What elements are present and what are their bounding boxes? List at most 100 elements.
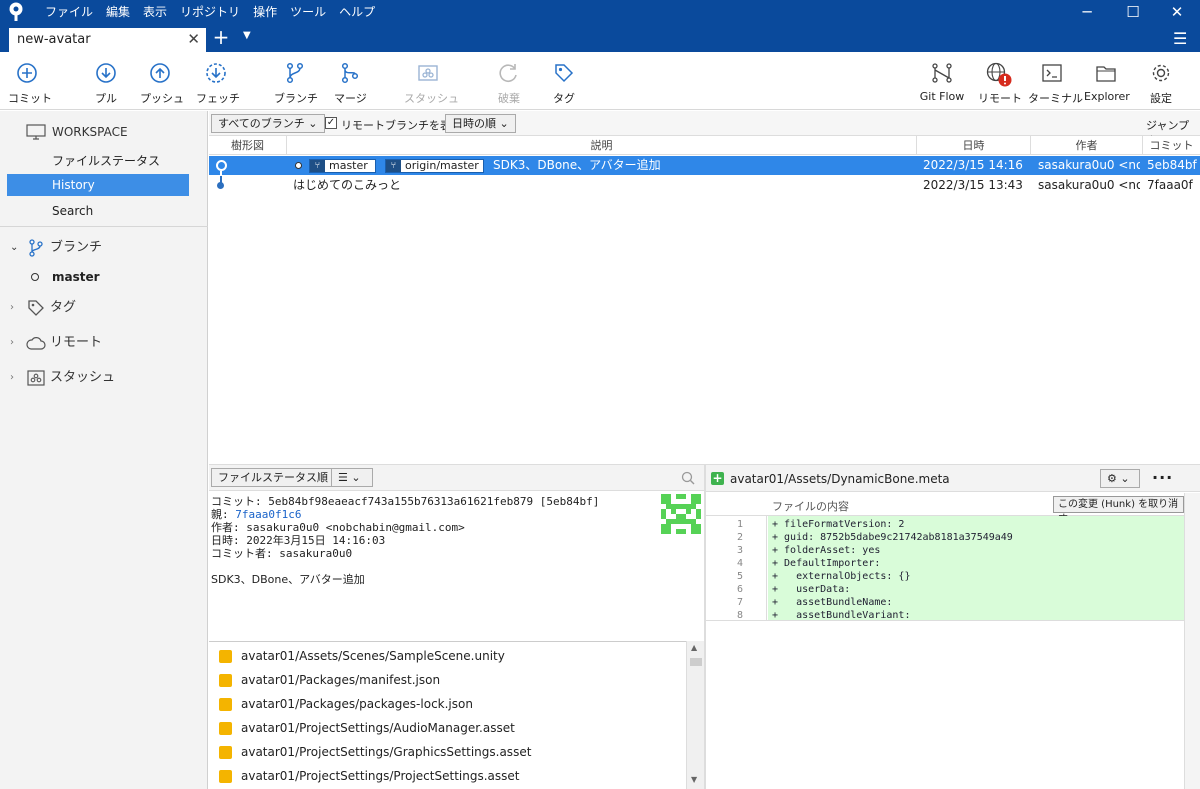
column-author[interactable]: 作者 xyxy=(1031,136,1143,155)
sidebar-item-search[interactable]: Search xyxy=(0,200,208,222)
sidebar-item-file-status[interactable]: ファイルステータス xyxy=(0,150,208,172)
file-list-scrollbar[interactable]: ▲ ▼ xyxy=(686,641,705,789)
add-tab-icon[interactable]: + xyxy=(211,26,231,50)
column-description[interactable]: 説明 xyxy=(287,136,917,155)
pull-button[interactable]: プル xyxy=(88,62,124,106)
column-commit[interactable]: コミット xyxy=(1143,136,1200,155)
branch-name: master xyxy=(52,270,100,284)
changed-file-list: avatar01/Assets/Scenes/SampleScene.unity… xyxy=(209,641,705,789)
sort-order-dropdown[interactable]: 日時の順 ⌄ xyxy=(445,114,516,133)
tab-dropdown-icon[interactable]: ▼ xyxy=(243,30,251,41)
push-button[interactable]: プッシュ xyxy=(140,62,184,106)
stash-button[interactable]: スタッシュ xyxy=(404,62,459,106)
diff-line: + folderAsset: yes xyxy=(772,545,881,556)
file-path: avatar01/ProjectSettings/ProjectSettings… xyxy=(241,769,520,783)
sidebar-section-remotes[interactable]: › リモート xyxy=(0,331,208,355)
list-item[interactable]: avatar01/Assets/Scenes/SampleScene.unity xyxy=(209,644,687,668)
file-sort-dropdown[interactable]: ファイルステータス順 ⌄ xyxy=(211,468,348,487)
gitflow-button[interactable]: Git Flow xyxy=(918,62,966,103)
maximize-icon[interactable]: ☐ xyxy=(1110,0,1156,24)
column-date[interactable]: 日時 xyxy=(917,136,1031,155)
workspace-header: WORKSPACE xyxy=(0,120,208,144)
push-icon xyxy=(150,63,170,83)
diff-scrollbar[interactable] xyxy=(1184,493,1200,789)
merge-icon xyxy=(341,62,359,84)
commit-row[interactable]: ⑂ master ⑂ origin/master SDK3、DBone、アバター追加… xyxy=(209,156,1200,175)
added-file-icon: + xyxy=(711,471,724,485)
push-label: プッシュ xyxy=(140,92,184,105)
merge-button[interactable]: マージ xyxy=(334,62,367,106)
line-number: 6 xyxy=(736,584,743,595)
branch-filter-dropdown[interactable]: すべてのブランチ ⌄ xyxy=(211,114,325,133)
list-item[interactable]: avatar01/ProjectSettings/AudioManager.as… xyxy=(209,716,687,740)
branch-tag-label: origin/master xyxy=(405,159,479,172)
terminal-button[interactable]: ターミナル xyxy=(1028,62,1083,106)
commit-hash: 5eb84bf xyxy=(1147,158,1197,172)
detail-author: 作者: sasakura0u0 <nobchabin@gmail.com> xyxy=(211,521,465,534)
detail-date-value: 2022年3月15日 14:16:03 xyxy=(246,534,386,547)
sourcetree-logo-icon xyxy=(9,2,23,21)
sidebar-branch-master[interactable]: master xyxy=(0,266,208,288)
sidebar-section-stashes[interactable]: › スタッシュ xyxy=(0,366,208,390)
remote-button[interactable]: リモート xyxy=(978,62,1022,106)
parent-commit-link[interactable]: 7faaa0f1c6 xyxy=(235,508,301,521)
menu-file[interactable]: ファイル xyxy=(40,0,98,24)
more-options-icon[interactable]: ··· xyxy=(1152,468,1173,487)
scroll-thumb[interactable] xyxy=(690,658,702,666)
column-graph[interactable]: 樹形図 xyxy=(209,136,287,155)
menu-tools[interactable]: ツール xyxy=(285,0,331,24)
branch-tag-master[interactable]: ⑂ master xyxy=(309,159,376,173)
menu-repository[interactable]: リポジトリ xyxy=(175,0,245,24)
explorer-button[interactable]: Explorer xyxy=(1084,62,1130,103)
scroll-down-icon[interactable]: ▼ xyxy=(691,775,697,784)
list-item[interactable]: avatar01/ProjectSettings/ProjectSettings… xyxy=(209,764,687,788)
view-mode-dropdown[interactable]: ☰ ⌄ xyxy=(331,468,373,487)
stashes-label: スタッシュ xyxy=(50,370,116,385)
branch-button[interactable]: ブランチ xyxy=(274,62,318,106)
close-tab-icon[interactable]: ✕ xyxy=(187,30,200,48)
discard-button[interactable]: 破棄 xyxy=(494,62,524,106)
explorer-label: Explorer xyxy=(1084,90,1130,103)
gear-icon: ⚙ xyxy=(1107,472,1117,485)
search-icon[interactable] xyxy=(681,471,695,485)
tab-new-avatar[interactable]: new-avatar ✕ xyxy=(9,28,206,52)
file-path: avatar01/Packages/packages-lock.json xyxy=(241,697,473,711)
menu-actions[interactable]: 操作 xyxy=(248,0,282,24)
diff-options-dropdown[interactable]: ⚙ ⌄ xyxy=(1100,469,1140,488)
minimize-icon[interactable]: ─ xyxy=(1064,0,1110,24)
sidebar-section-branches[interactable]: ⌄ ブランチ xyxy=(0,236,208,260)
diff-file-name: avatar01/Assets/DynamicBone.meta xyxy=(730,472,950,486)
tags-label: タグ xyxy=(50,300,77,315)
diff-line: + fileFormatVersion: 2 xyxy=(772,519,905,530)
settings-label: 設定 xyxy=(1150,92,1172,105)
branch-tag-origin-master[interactable]: ⑂ origin/master xyxy=(385,159,484,173)
hamburger-menu-icon[interactable]: ☰ xyxy=(1173,29,1187,48)
stash-label: スタッシュ xyxy=(404,92,459,105)
show-remote-checkbox[interactable]: ✓ xyxy=(325,117,337,129)
sidebar-section-tags[interactable]: › タグ xyxy=(0,296,208,320)
settings-button[interactable]: 設定 xyxy=(1146,62,1176,106)
list-item[interactable]: avatar01/ProjectSettings/GraphicsSetting… xyxy=(209,740,687,764)
commit-button[interactable]: コミット xyxy=(8,62,52,106)
sidebar-item-history[interactable]: History xyxy=(7,174,189,196)
tag-button[interactable]: タグ xyxy=(552,62,576,106)
hunk-header-label: ファイルの内容 xyxy=(772,500,849,513)
sidebar-divider xyxy=(0,226,208,227)
list-item[interactable]: avatar01/Packages/manifest.json xyxy=(209,668,687,692)
discard-hunk-button[interactable]: この変更 (Hunk) を取り消す xyxy=(1053,496,1184,525)
graph-line xyxy=(220,171,222,175)
line-number: 2 xyxy=(736,532,743,543)
scroll-up-icon[interactable]: ▲ xyxy=(691,643,697,652)
close-window-icon[interactable]: ✕ xyxy=(1154,0,1200,24)
list-item[interactable]: avatar01/Packages/packages-lock.json xyxy=(209,692,687,716)
hunk-header: ファイルの内容 この変更 (Hunk) を取り消す xyxy=(706,493,1184,525)
menu-help[interactable]: ヘルプ xyxy=(334,0,380,24)
menu-edit[interactable]: 編集 xyxy=(101,0,135,24)
commit-row[interactable]: はじめてのこみっと 2022/3/15 13:43 sasakura0u0 <n… xyxy=(209,176,1200,195)
commit-author: sasakura0u0 <nob xyxy=(1038,158,1140,172)
chevron-down-icon: ⌄ xyxy=(351,471,361,484)
menu-view[interactable]: 表示 xyxy=(138,0,172,24)
chevron-down-icon: ⌄ xyxy=(308,117,318,130)
fetch-button[interactable]: フェッチ xyxy=(196,62,240,106)
gitflow-icon xyxy=(932,63,952,83)
